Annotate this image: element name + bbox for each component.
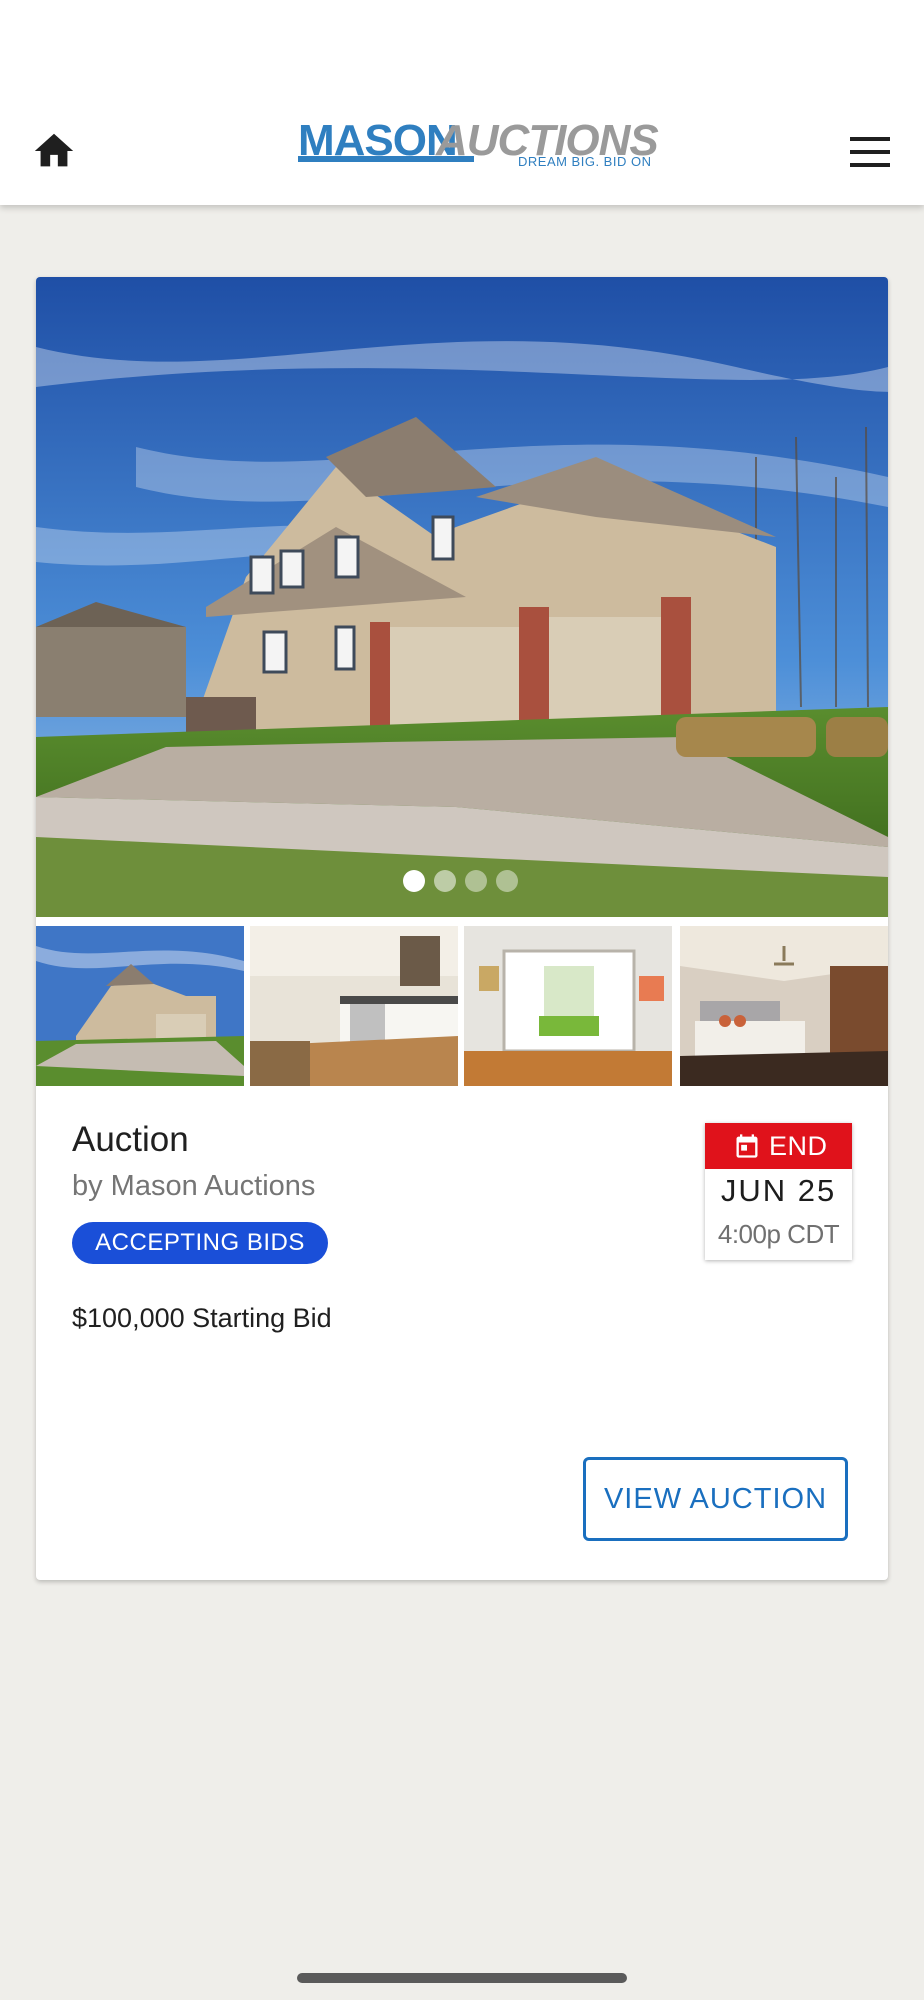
menu-button[interactable] [846, 132, 894, 172]
thumbnail-bedroom[interactable] [680, 926, 888, 1086]
auction-card: Auction by Mason Auctions ACCEPTING BIDS… [36, 277, 888, 1580]
app-header: MASON AUCTIONS DREAM BIG. BID ON [0, 0, 924, 205]
view-auction-button[interactable]: VIEW AUCTION [583, 1457, 848, 1541]
logo-underline [298, 156, 474, 162]
auction-title: Auction [72, 1120, 189, 1159]
carousel-dot-1[interactable] [403, 870, 425, 892]
carousel-dot-2[interactable] [434, 870, 456, 892]
home-button[interactable] [28, 128, 80, 174]
starting-bid: $100,000 Starting Bid [72, 1303, 332, 1333]
carousel-dot-4[interactable] [496, 870, 518, 892]
hero-house-photo[interactable] [36, 277, 888, 917]
end-label: END [769, 1131, 828, 1161]
logo-tagline: DREAM BIG. BID ON [518, 154, 652, 169]
home-indicator[interactable] [297, 1973, 627, 1983]
carousel-indicators [36, 870, 888, 894]
photo-thumbnails [36, 926, 888, 1086]
home-icon [34, 133, 74, 167]
menu-icon [850, 137, 890, 167]
mason-auctions-logo[interactable]: MASON AUCTIONS DREAM BIG. BID ON [298, 118, 659, 170]
end-date-header: END [705, 1123, 852, 1169]
thumbnail-living-room[interactable] [464, 926, 672, 1086]
auction-end-date: END JUN 25 4:00p CDT [705, 1123, 852, 1260]
thumbnail-exterior[interactable] [36, 926, 244, 1086]
status-badge: ACCEPTING BIDS [72, 1222, 328, 1264]
carousel-dot-3[interactable] [465, 870, 487, 892]
end-time: 4:00p CDT [717, 1219, 840, 1249]
thumbnail-kitchen[interactable] [250, 926, 458, 1086]
calendar-icon [736, 1134, 758, 1158]
auction-byline: by Mason Auctions [72, 1170, 316, 1202]
end-date: JUN 25 [720, 1173, 837, 1208]
